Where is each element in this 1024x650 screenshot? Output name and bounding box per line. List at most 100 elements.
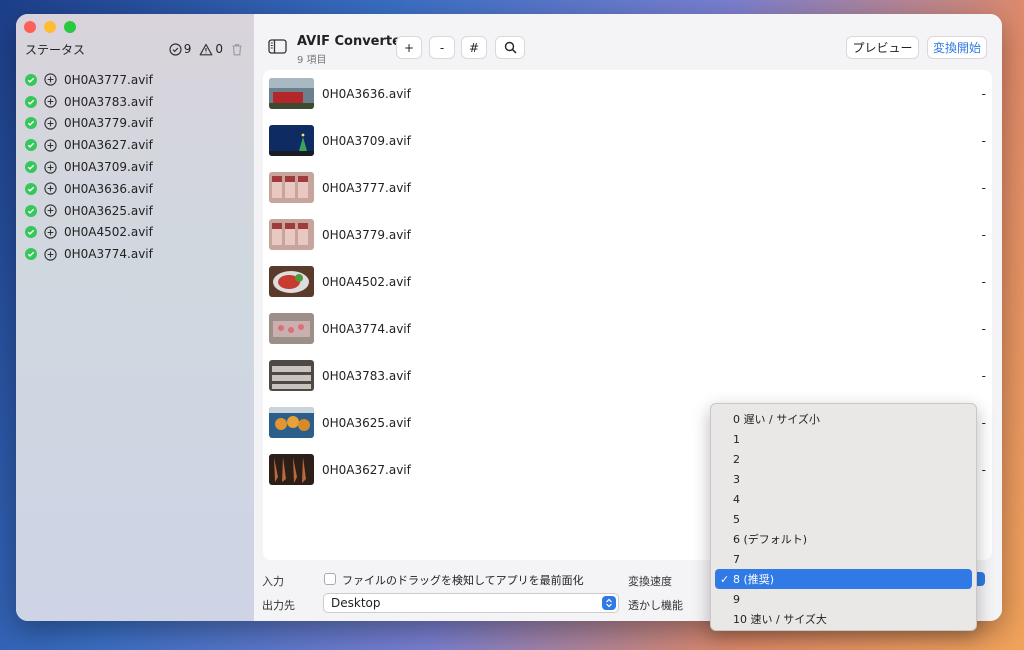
check-icon (25, 95, 37, 108)
search-button[interactable] (495, 36, 525, 59)
status-list-item[interactable]: 0H0A3777.avif (25, 69, 245, 91)
trash-icon (232, 43, 242, 55)
check-icon (25, 117, 37, 130)
drag-detect-label: ファイルのドラッグを検知してアプリを最前面化 (342, 574, 584, 587)
speed-option[interactable]: 1 (715, 429, 972, 449)
start-conversion-button[interactable]: 変換開始 (927, 36, 987, 59)
file-row[interactable]: 0H0A3779.avif - (263, 211, 992, 258)
zoom-window-button[interactable] (64, 21, 76, 33)
status-list-item[interactable]: 0H0A3779.avif (25, 113, 245, 135)
speed-option[interactable]: ✓ 8 (推奨) (715, 569, 972, 589)
file-name: 0H0A3777.avif (322, 180, 411, 195)
preview-button[interactable]: プレビュー (846, 36, 919, 59)
status-list-item[interactable]: 0H0A4502.avif (25, 222, 245, 244)
status-list-item[interactable]: 0H0A3625.avif (25, 200, 245, 222)
speed-option[interactable]: 9 (715, 589, 972, 609)
file-size: - (981, 86, 986, 101)
plus-circle-icon (44, 182, 57, 196)
file-name: 0H0A3783.avif (322, 368, 411, 383)
speed-option[interactable]: 3 (715, 469, 972, 489)
speed-option-label: 1 (733, 432, 740, 446)
check-icon (25, 161, 37, 174)
speed-option[interactable]: 0 遅い / サイズ小 (715, 409, 972, 429)
file-name: 0H0A3774.avif (322, 321, 411, 336)
plus-circle-icon (44, 73, 57, 87)
status-list-item[interactable]: 0H0A3636.avif (25, 178, 245, 200)
status-list-item[interactable]: 0H0A3783.avif (25, 91, 245, 113)
window-controls (24, 21, 76, 33)
speed-option-label: 2 (733, 452, 740, 466)
speed-option-label: 5 (733, 512, 740, 526)
speed-option[interactable]: 7 (715, 549, 972, 569)
file-row[interactable]: 0H0A3709.avif - (263, 117, 992, 164)
status-list-item-name: 0H0A3636.avif (64, 181, 153, 196)
remove-button[interactable]: - (429, 36, 455, 59)
plus-circle-icon (44, 204, 57, 217)
status-list-item[interactable]: 0H0A3627.avif (25, 134, 245, 156)
check-icon (25, 248, 37, 261)
sidebar: ステータス 9 0 0H0A3777.avif 0H0A3783.avif 0H0A… (16, 14, 255, 621)
speed-option[interactable]: 5 (715, 509, 972, 529)
warn-count-value: 0 (215, 42, 223, 56)
status-list-item-name: 0H0A3627.avif (64, 138, 153, 153)
trash-button[interactable] (231, 43, 245, 56)
file-row[interactable]: 0H0A3777.avif - (263, 164, 992, 211)
thumbnail-image (269, 266, 314, 297)
output-select[interactable]: Desktop (323, 593, 619, 613)
file-size: - (981, 462, 986, 477)
thumbnail-image (269, 407, 314, 438)
output-value: Desktop (331, 596, 381, 610)
status-list-item-name: 0H0A4502.avif (64, 225, 153, 240)
thumbnail-image (269, 360, 314, 391)
file-size: - (981, 274, 986, 289)
status-list-item-name: 0H0A3777.avif (64, 72, 153, 87)
status-list-item-name: 0H0A3779.avif (64, 116, 153, 131)
speed-option-label: 10 速い / サイズ大 (733, 613, 827, 626)
checkmark-icon: ✓ (720, 572, 730, 586)
file-name: 0H0A3636.avif (322, 86, 411, 101)
file-name: 0H0A3709.avif (322, 133, 411, 148)
watermark-label: 透かし機能 (628, 599, 683, 612)
minimize-window-button[interactable] (44, 21, 56, 33)
file-row[interactable]: 0H0A3636.avif - (263, 70, 992, 117)
file-size: - (981, 368, 986, 383)
file-row[interactable]: 0H0A3783.avif - (263, 352, 992, 399)
file-row[interactable]: 0H0A4502.avif - (263, 258, 992, 305)
file-size: - (981, 133, 986, 148)
plus-circle-icon (44, 117, 57, 130)
sidebar-title: ステータス (25, 42, 86, 57)
speed-option-label: 8 (推奨) (733, 573, 775, 586)
drag-detect-checkbox[interactable] (324, 573, 336, 585)
check-icon (25, 182, 37, 195)
speed-option[interactable]: 10 速い / サイズ大 (715, 609, 972, 629)
speed-option[interactable]: 6 (デフォルト) (715, 529, 972, 549)
sidebar-toggle-icon[interactable] (268, 39, 287, 54)
status-list: 0H0A3777.avif 0H0A3783.avif 0H0A3779.avif 0… (25, 69, 245, 265)
input-label: 入力 (262, 575, 284, 588)
number-button[interactable]: # (461, 36, 487, 59)
done-count-value: 9 (183, 42, 192, 56)
plus-circle-icon (44, 160, 57, 174)
file-size: - (981, 180, 986, 195)
plus-circle-icon (44, 139, 57, 152)
status-list-item[interactable]: 0H0A3709.avif (25, 156, 245, 178)
file-row[interactable]: 0H0A3774.avif - (263, 305, 992, 352)
item-count: 9 項目 (297, 55, 327, 66)
status-list-item-name: 0H0A3783.avif (64, 94, 153, 109)
speed-select-edge[interactable] (977, 572, 985, 586)
close-window-button[interactable] (24, 21, 36, 33)
check-icon (25, 73, 37, 86)
status-list-item-name: 0H0A3625.avif (64, 203, 153, 218)
speed-option[interactable]: 4 (715, 489, 972, 509)
plus-circle-icon (44, 248, 57, 261)
speed-option[interactable]: 2 (715, 449, 972, 469)
file-size: - (981, 321, 986, 336)
speed-option-label: 7 (733, 552, 740, 566)
check-icon (25, 226, 37, 239)
speed-dropdown-menu: 0 遅い / サイズ小 1 2 3 4 5 6 (デフォルト) 7 ✓ 8 (推奨) 9 10 速い … (710, 403, 977, 631)
check-icon (25, 204, 37, 217)
select-chevrons-icon (602, 596, 616, 610)
thumbnail-image (269, 313, 314, 344)
status-list-item[interactable]: 0H0A3774.avif (25, 243, 245, 265)
add-button[interactable]: + (396, 36, 422, 59)
